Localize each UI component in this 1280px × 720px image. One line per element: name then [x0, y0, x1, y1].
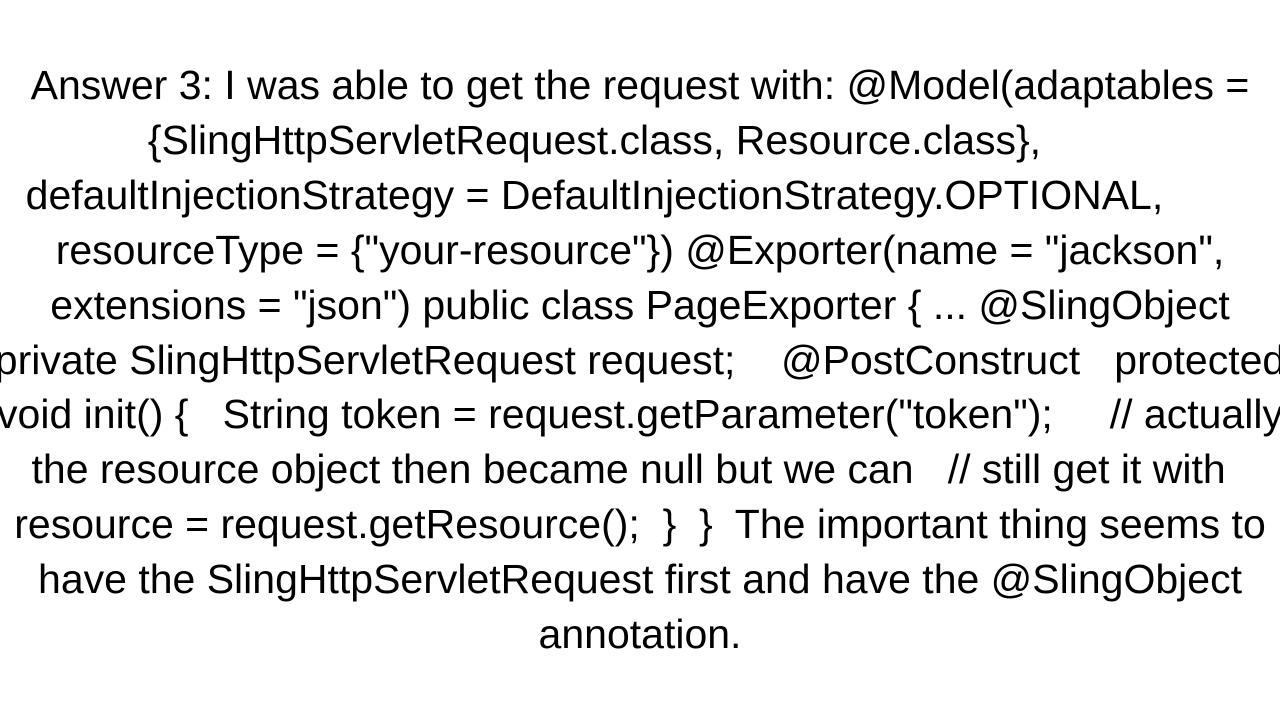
- answer-text: Answer 3: I was able to get the request …: [0, 58, 1280, 662]
- document-body: Answer 3: I was able to get the request …: [0, 0, 1280, 720]
